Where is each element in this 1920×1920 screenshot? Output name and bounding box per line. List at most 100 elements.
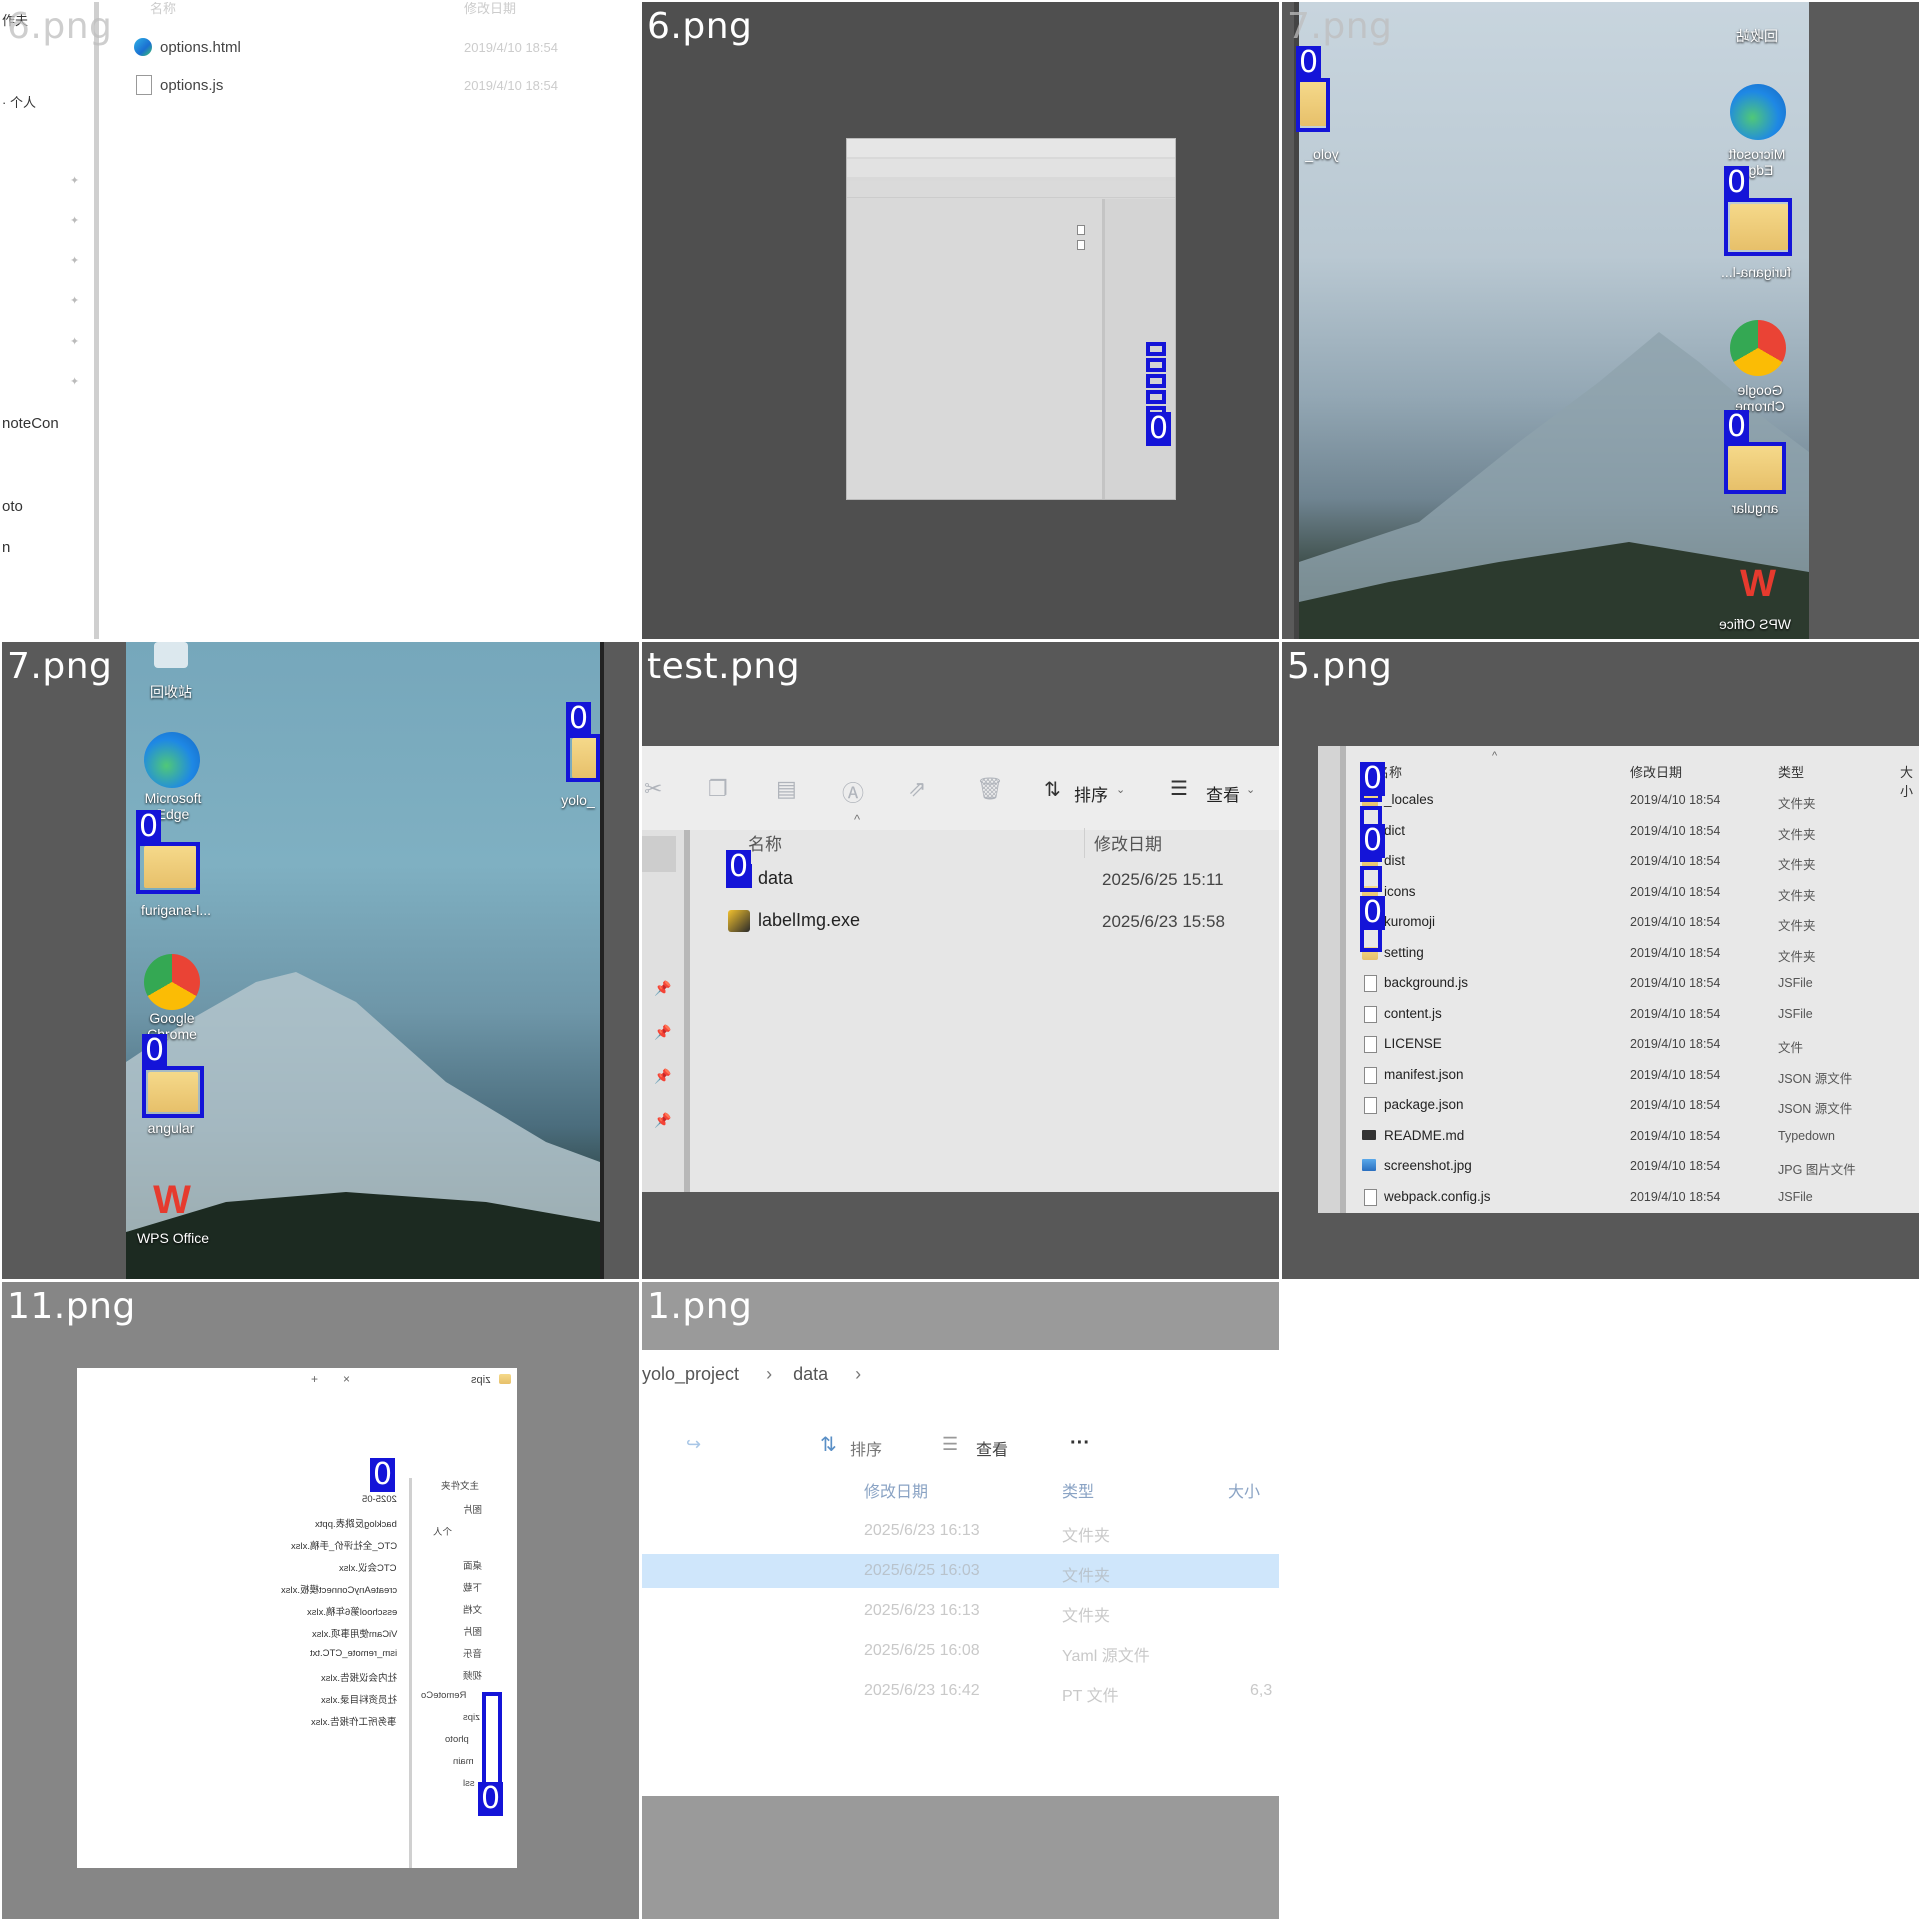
list-item[interactable]: createAnyConnect模板.xlsx: [281, 1582, 397, 1596]
sidebar-item[interactable]: 图片: [463, 1502, 482, 1516]
list-item[interactable]: CTC会议.xlsx: [339, 1560, 397, 1574]
paste-icon[interactable]: ▤: [776, 776, 797, 802]
table-row[interactable]: screenshot.jpg 2019/4/10 18:54 JPG 图片文件: [1362, 1156, 1919, 1180]
table-row[interactable]: LICENSE 2019/4/10 18:54 文件: [1362, 1034, 1919, 1058]
table-row[interactable]: _locales 2019/4/10 18:54 文件夹: [1362, 790, 1919, 814]
sidebar-item[interactable]: RemoteCo: [421, 1690, 466, 1701]
list-item[interactable]: backlog反跳表.pptx: [315, 1516, 397, 1530]
column-header-date[interactable]: 修改日期: [1630, 762, 1682, 781]
desktop-icon-label[interactable]: furigana-l...: [1706, 264, 1806, 280]
chrome-icon[interactable]: [144, 954, 200, 1010]
rename-icon[interactable]: Ⓐ: [842, 776, 864, 808]
list-item[interactable]: options.html 2019/4/10 18:54: [134, 36, 614, 58]
breadcrumb-item[interactable]: yolo_project: [642, 1364, 739, 1384]
sort-button[interactable]: 排序: [1074, 781, 1108, 806]
view-button[interactable]: 查看: [976, 1436, 1008, 1460]
desktop-icon-label[interactable]: 回收站: [1722, 26, 1792, 46]
desktop-icon-label[interactable]: furigana-l...: [126, 902, 226, 918]
table-row[interactable]: README.md 2019/4/10 18:54 Typedown: [1362, 1126, 1919, 1150]
view-icon[interactable]: ☰: [1170, 776, 1188, 801]
list-item[interactable]: 事务所工作报告.xlsx: [311, 1714, 397, 1728]
sidebar-item[interactable]: · 个人: [2, 92, 36, 111]
table-row[interactable]: package.json 2019/4/10 18:54 JSON 源文件: [1362, 1095, 1919, 1119]
list-item[interactable]: options.js 2019/4/10 18:54: [134, 74, 614, 96]
sort-button[interactable]: 排序: [850, 1436, 882, 1460]
sidebar-item[interactable]: 文档: [463, 1602, 482, 1616]
sidebar-item[interactable]: oto: [2, 498, 23, 515]
table-row[interactable]: 2025/6/25 16:08 Yaml 源文件: [642, 1634, 1279, 1668]
sidebar-item[interactable]: ssl: [463, 1778, 475, 1789]
header-date[interactable]: 修改日期: [464, 2, 516, 17]
table-row[interactable]: kuromoji 2019/4/10 18:54 文件夹: [1362, 912, 1919, 936]
sidebar-item[interactable]: 个人: [433, 1524, 452, 1538]
table-row[interactable]: 2025/6/23 16:42 PT 文件 6,3: [642, 1674, 1279, 1708]
breadcrumb-item[interactable]: data: [793, 1364, 828, 1384]
sidebar-item[interactable]: 下载: [463, 1580, 482, 1594]
folder-icon: [499, 1374, 511, 1384]
view-button[interactable]: 查看: [1206, 781, 1240, 806]
desktop-icon-label[interactable]: 回收站: [136, 682, 206, 702]
sidebar-item[interactable]: 图片: [463, 1624, 482, 1638]
column-header-type[interactable]: 类型: [1778, 762, 1804, 781]
table-row[interactable]: background.js 2019/4/10 18:54 JSFile: [1362, 973, 1919, 997]
table-row-selected[interactable]: 2025/6/25 16:03 文件夹: [642, 1554, 1279, 1588]
close-icon[interactable]: ×: [343, 1372, 350, 1386]
table-row[interactable]: setting 2019/4/10 18:54 文件夹: [1362, 943, 1919, 967]
desktop-icon-label[interactable]: yolo_: [558, 792, 598, 808]
sidebar-item[interactable]: 桌面: [463, 1558, 482, 1572]
table-row[interactable]: content.js 2019/4/10 18:54 JSFile: [1362, 1004, 1919, 1028]
sidebar-item[interactable]: noteCon: [2, 415, 59, 432]
list-item[interactable]: 社员资料目录.xlsx: [321, 1692, 397, 1706]
list-item[interactable]: esschool第6年稿.xlsx: [307, 1604, 397, 1618]
sidebar-item[interactable]: n: [2, 539, 10, 556]
sidebar-item[interactable]: 主文件夹: [441, 1478, 479, 1492]
sidebar-item[interactable]: 音乐: [463, 1646, 482, 1660]
share-icon[interactable]: ↪: [686, 1434, 701, 1455]
edge-icon[interactable]: [1730, 84, 1786, 140]
more-button[interactable]: ···: [1070, 1432, 1090, 1455]
list-item[interactable]: 社内会议报告.xlsx: [321, 1670, 397, 1684]
table-row[interactable]: webpack.config.js 2019/4/10 18:54 JSFile: [1362, 1187, 1919, 1211]
wps-icon[interactable]: W: [144, 1176, 200, 1224]
desktop-icon-label[interactable]: yolo_: [1302, 146, 1342, 162]
table-row[interactable]: labelImg.exe 2025/6/23 15:58: [728, 906, 1279, 936]
table-row[interactable]: 2025/6/23 16:13 文件夹: [642, 1594, 1279, 1628]
column-header-size[interactable]: 大小: [1228, 1478, 1260, 1502]
list-item[interactable]: 2025-05: [362, 1494, 397, 1505]
sidebar-item[interactable]: photo: [445, 1734, 469, 1745]
sort-icon[interactable]: ⇅: [1044, 777, 1061, 802]
desktop-icon-label[interactable]: angular: [1720, 500, 1790, 516]
share-icon[interactable]: ⇗: [908, 776, 926, 802]
delete-icon[interactable]: 🗑: [976, 776, 1004, 802]
selected-nav-item[interactable]: [642, 836, 676, 872]
chrome-icon[interactable]: [1730, 320, 1786, 376]
cut-icon[interactable]: ✂: [644, 776, 662, 802]
table-row[interactable]: dict 2019/4/10 18:54 文件夹: [1362, 821, 1919, 845]
table-row[interactable]: icons 2019/4/10 18:54 文件夹: [1362, 882, 1919, 906]
column-header-date[interactable]: 修改日期: [864, 1478, 928, 1502]
desktop-icon-label[interactable]: WPS Office: [1710, 616, 1800, 632]
add-tab-icon[interactable]: +: [311, 1372, 318, 1386]
desktop-icon-label[interactable]: angular: [136, 1120, 206, 1136]
column-header-name[interactable]: 名称: [748, 830, 782, 855]
table-row[interactable]: 2025/6/23 16:13 文件夹: [642, 1514, 1279, 1548]
desktop-icon-label[interactable]: WPS Office: [128, 1230, 218, 1246]
sidebar-item[interactable]: 视频: [463, 1668, 482, 1682]
sidebar-item[interactable]: main: [453, 1756, 474, 1767]
list-item[interactable]: ism_remote_CTC.txt: [310, 1648, 397, 1659]
recycle-bin-icon[interactable]: [154, 642, 188, 668]
table-row[interactable]: data 2025/6/25 15:11: [728, 864, 1279, 894]
table-row[interactable]: manifest.json 2019/4/10 18:54 JSON 源文件: [1362, 1065, 1919, 1089]
list-item[interactable]: ViCam使用事项.xlsx: [312, 1626, 397, 1640]
header-name[interactable]: 名称: [150, 2, 176, 17]
copy-icon[interactable]: ❐: [708, 776, 728, 802]
sidebar-item[interactable]: zips: [463, 1712, 480, 1723]
sort-icon[interactable]: ⇅: [820, 1432, 837, 1457]
column-header-date[interactable]: 修改日期: [1094, 830, 1162, 855]
edge-icon[interactable]: [144, 732, 200, 788]
table-row[interactable]: dist 2019/4/10 18:54 文件夹: [1362, 851, 1919, 875]
view-icon[interactable]: ☰: [942, 1434, 958, 1455]
wps-icon[interactable]: W: [1730, 562, 1786, 606]
list-item[interactable]: CTC_全社评价_手稿.xlsx: [291, 1538, 397, 1552]
column-header-type[interactable]: 类型: [1062, 1478, 1094, 1502]
